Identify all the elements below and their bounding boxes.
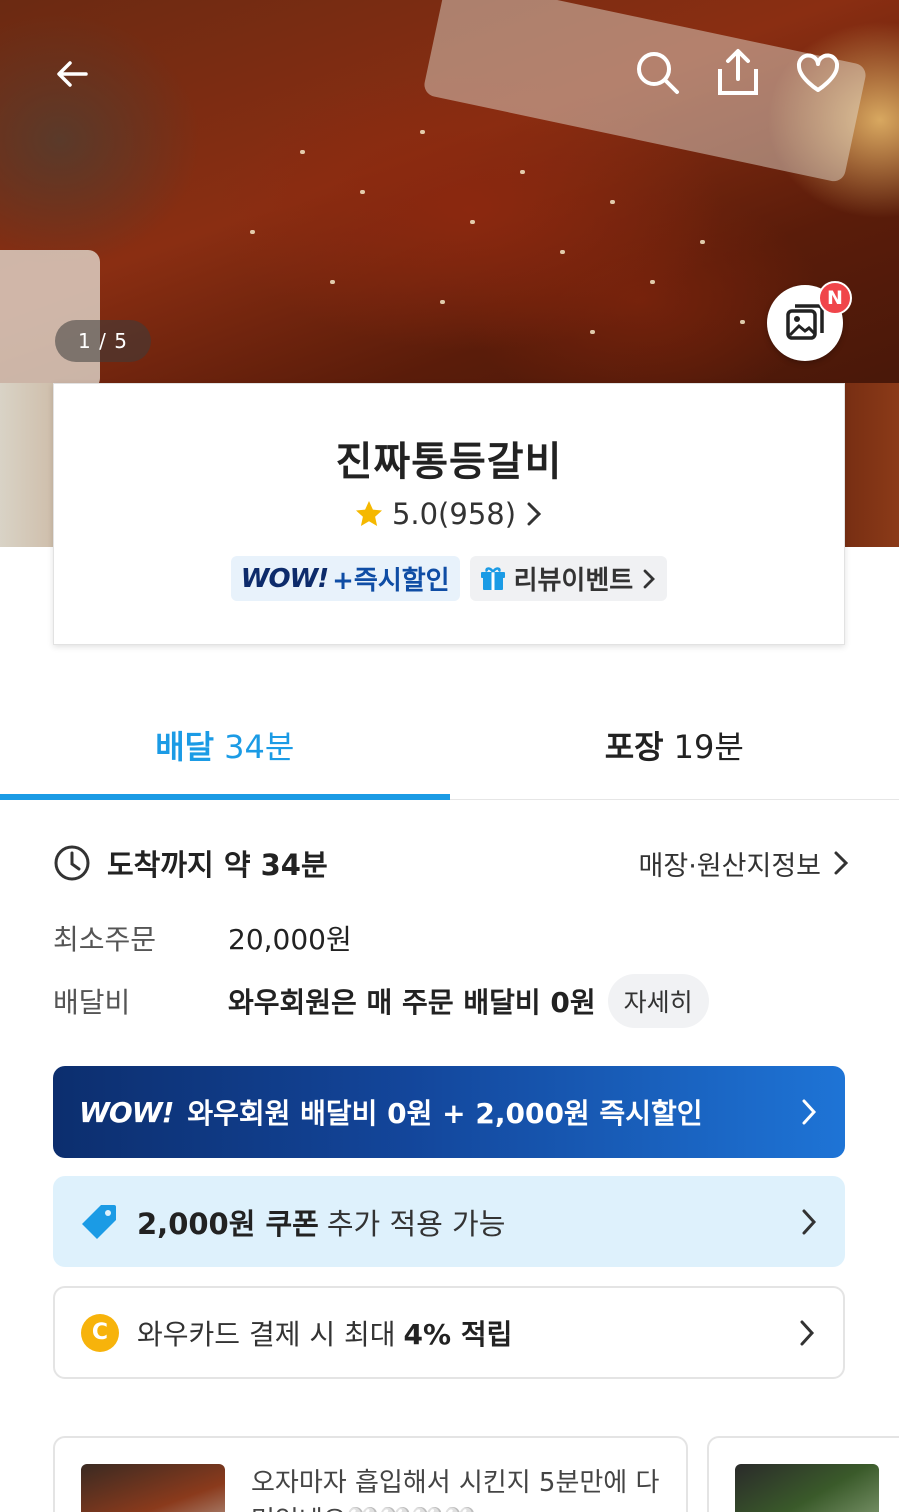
gift-icon — [480, 566, 505, 590]
tag-icon — [82, 1204, 116, 1239]
review-photo — [81, 1464, 225, 1512]
arrow-left-icon — [57, 61, 88, 87]
chevron-right-icon — [802, 1209, 817, 1234]
photo-counter: 1 / 5 — [55, 320, 151, 362]
chevron-right-icon — [800, 1320, 815, 1345]
wow-membership-banner[interactable]: WOW! 와우회원 배달비 0원 + 2,000원 즉시할인 — [53, 1066, 845, 1158]
store-origin-info-link[interactable]: 매장·원산지정보 — [639, 844, 849, 883]
favorite-button[interactable] — [792, 47, 844, 99]
wow-discount-chip: WOW! +즉시할인 — [230, 556, 460, 601]
review-photo — [735, 1464, 879, 1512]
arrival-time: 도착까지 약 34분 — [107, 848, 328, 882]
chevron-right-icon — [802, 1099, 817, 1125]
search-button[interactable] — [632, 47, 684, 99]
chevron-right-icon — [834, 851, 849, 875]
tab-pickup-time: 19분 — [673, 727, 744, 766]
chevron-right-icon — [527, 502, 542, 526]
tab-pickup[interactable]: 포장 19분 — [450, 690, 899, 799]
store-name: 진짜통등갈비 — [335, 439, 563, 485]
tab-pickup-label: 포장 — [604, 727, 664, 766]
arrival-row: 도착까지 약 34분 매장·원산지정보 — [53, 840, 849, 886]
tab-delivery-time: 34분 — [224, 727, 295, 766]
star-icon — [355, 501, 382, 526]
delivery-fee-detail-button[interactable]: 자세히 — [607, 974, 709, 1028]
wow-logo: WOW! — [240, 563, 329, 594]
min-order-value: 20,000원 — [228, 923, 352, 956]
coupon-amount: 2,000원 쿠폰 — [137, 1206, 319, 1241]
wow-logo: WOW! — [79, 1095, 174, 1129]
review-event-chip[interactable]: 리뷰이벤트 — [469, 556, 668, 601]
rating-link[interactable]: 5.0(958) — [54, 497, 844, 531]
coin-icon: C — [81, 1313, 119, 1352]
min-order-row: 최소주문 20,000원 — [53, 915, 849, 961]
chevron-right-icon — [643, 569, 656, 588]
photo-gallery-icon — [786, 304, 824, 340]
tab-delivery[interactable]: 배달 34분 — [0, 690, 450, 800]
review-event-label: 리뷰이벤트 — [513, 566, 634, 596]
back-button[interactable] — [48, 50, 96, 98]
clock-icon — [54, 845, 90, 881]
review-preview-card[interactable]: 오자마자 흡입해서 시킨지 5분만에 다먹었네요🤍🤍🤍🤍 — [53, 1436, 688, 1512]
share-icon — [718, 49, 758, 95]
store-summary-card: 진짜통등갈비 5.0(958) WOW! +즉시할인 리뷰이벤트 — [53, 383, 845, 645]
store-origin-info-label: 매장·원산지정보 — [638, 850, 821, 882]
review-preview-card[interactable] — [707, 1436, 899, 1512]
card-text: 와우카드 결제 시 최대 — [137, 1317, 396, 1351]
new-badge: N — [818, 281, 852, 315]
heart-icon — [796, 53, 840, 92]
delivery-fee-value: 와우회원은 매 주문 배달비 0원 — [228, 986, 596, 1019]
delivery-fee-row: 배달비 와우회원은 매 주문 배달비 0원 자세히 — [53, 973, 849, 1029]
share-button[interactable] — [712, 45, 764, 99]
coupon-banner[interactable]: 2,000원 쿠폰 추가 적용 가능 — [53, 1176, 845, 1267]
wow-chip-label: +즉시할인 — [332, 566, 450, 596]
wow-banner-text: 와우회원 배달비 0원 + 2,000원 즉시할인 — [187, 1097, 703, 1130]
order-type-tabs: 배달 34분 포장 19분 — [0, 690, 899, 800]
review-text: 오자마자 흡입해서 시킨지 5분만에 다먹었네요🤍🤍🤍🤍 — [251, 1468, 660, 1512]
card-reward: 4% 적립 — [403, 1317, 513, 1351]
tab-delivery-label: 배달 — [155, 727, 215, 766]
rating-value: 5.0(958) — [391, 497, 517, 531]
search-icon — [637, 52, 679, 94]
delivery-fee-label: 배달비 — [53, 986, 131, 1019]
wow-card-banner[interactable]: C 와우카드 결제 시 최대 4% 적립 — [53, 1286, 845, 1379]
coupon-text: 추가 적용 가능 — [326, 1206, 506, 1241]
min-order-label: 최소주문 — [53, 923, 157, 956]
